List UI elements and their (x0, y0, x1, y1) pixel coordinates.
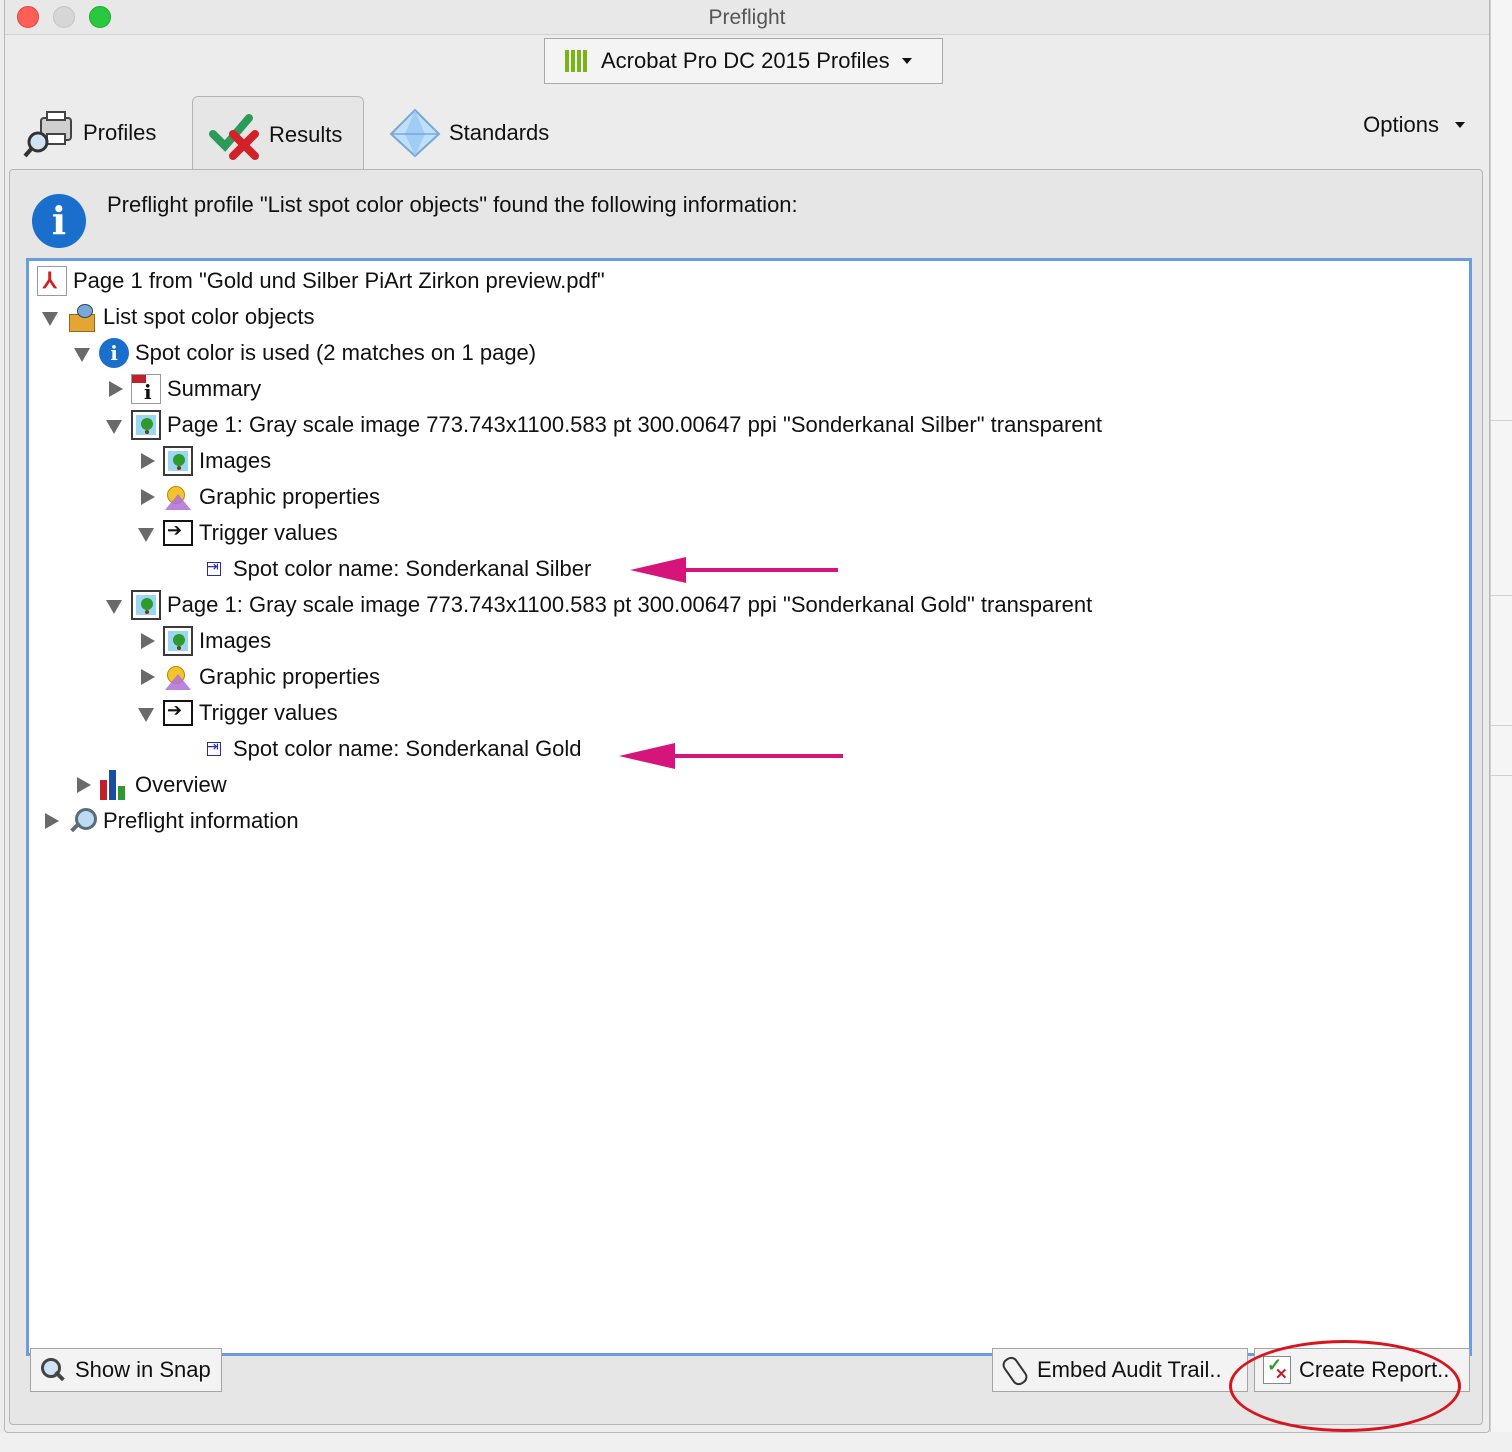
disclosure-triangle-collapsed-icon[interactable] (71, 767, 99, 803)
diamond-icon (389, 108, 443, 158)
tree-row[interactable]: Trigger values (135, 515, 338, 551)
disclosure-triangle-expanded-icon[interactable] (135, 695, 163, 731)
disclosure-triangle-expanded-icon[interactable] (135, 515, 163, 551)
disclosure-triangle-expanded-icon[interactable] (39, 299, 67, 335)
tree-row-label: List spot color objects (103, 304, 315, 329)
image-icon (131, 410, 161, 440)
embed-audit-trail-label: Embed Audit Trail.. (1037, 1357, 1222, 1382)
tree-row-label: Trigger values (199, 520, 338, 545)
tree-row-label: Summary (167, 376, 262, 401)
tree-row[interactable]: Page 1: Gray scale image 773.743x1100.58… (103, 407, 1102, 443)
tree-row[interactable]: Graphic properties (135, 479, 380, 515)
tree-row-label: Graphic properties (199, 484, 380, 509)
tree-row[interactable]: Trigger values (135, 695, 338, 731)
options-menu[interactable]: Options (1363, 112, 1465, 138)
tree-row[interactable]: Page 1 from "Gold und Silber PiArt Zirko… (37, 263, 605, 299)
tree-row[interactable]: Images (135, 623, 271, 659)
tree-row-label: Preflight information (103, 808, 299, 833)
preflight-window: Preflight Acrobat Pro DC 2015 Profiles P… (4, 0, 1490, 1433)
tree-row-label: Images (199, 448, 272, 473)
graphic-properties-icon (163, 662, 193, 692)
tab-standards-label: Standards (449, 120, 550, 145)
disclosure-triangle-collapsed-icon[interactable] (135, 443, 163, 479)
tree-row-label: Spot color name: Sonderkanal Silber (233, 556, 592, 581)
tree-row-label: Page 1 from "Gold und Silber PiArt Zirko… (73, 268, 605, 293)
value-icon (203, 738, 225, 760)
tree-row[interactable]: List spot color objects (39, 299, 315, 335)
disclosure-triangle-collapsed-icon[interactable] (135, 479, 163, 515)
magnifier-icon (39, 1356, 67, 1384)
tree-row[interactable]: Spot color name: Sonderkanal Silber (199, 551, 591, 587)
background-app-strip (1490, 0, 1512, 1452)
results-tree[interactable]: Page 1 from "Gold und Silber PiArt Zirko… (26, 258, 1472, 1356)
annotation-circle-create-report (1229, 1340, 1461, 1432)
info-icon: i (99, 338, 129, 368)
tab-results-label: Results (269, 121, 343, 147)
tree-row-label: Trigger values (199, 700, 338, 725)
embed-audit-trail-button[interactable]: Embed Audit Trail.. (992, 1348, 1248, 1392)
pdf-icon (37, 266, 67, 296)
bar-chart-icon (565, 50, 591, 72)
tree-row[interactable]: Overview (71, 767, 227, 803)
tree-row-label: Overview (135, 772, 227, 797)
options-label: Options (1363, 112, 1439, 137)
value-icon (203, 558, 225, 580)
profile-library-label: Acrobat Pro DC 2015 Profiles (601, 48, 890, 73)
image-icon (163, 626, 193, 656)
trigger-icon (163, 520, 193, 546)
disclosure-triangle-expanded-icon[interactable] (103, 587, 131, 623)
summary-icon (131, 374, 161, 404)
tree-row[interactable]: Page 1: Gray scale image 773.743x1100.58… (103, 587, 1092, 623)
tree-row-label: Images (199, 628, 272, 653)
image-icon (131, 590, 161, 620)
tab-profiles-label: Profiles (83, 120, 157, 145)
check-cross-icon (209, 110, 263, 160)
title-bar: Preflight (5, 0, 1489, 35)
disclosure-triangle-collapsed-icon[interactable] (135, 623, 163, 659)
show-in-snap-button[interactable]: Show in Snap (30, 1348, 222, 1392)
paperclip-icon (1001, 1356, 1029, 1384)
info-icon: i (32, 194, 86, 248)
preflight-magnifier-icon (67, 806, 97, 836)
tree-row[interactable]: Spot color name: Sonderkanal Gold (199, 731, 582, 767)
info-message: Preflight profile "List spot color objec… (107, 192, 798, 217)
show-in-snap-label: Show in Snap (75, 1357, 211, 1382)
annotation-arrow-gold (619, 743, 843, 769)
tree-row-label: Page 1: Gray scale image 773.743x1100.58… (167, 592, 1093, 617)
chevron-down-icon (1455, 122, 1465, 128)
tree-row[interactable]: Graphic properties (135, 659, 380, 695)
tree-row[interactable]: Summary (103, 371, 261, 407)
chevron-down-icon (901, 58, 912, 64)
window-title: Preflight (708, 6, 786, 29)
annotation-arrow-silber (630, 557, 838, 583)
disclosure-triangle-expanded-icon[interactable] (71, 335, 99, 371)
tree-row-label: Page 1: Gray scale image 773.743x1100.58… (167, 412, 1102, 437)
tree-row[interactable]: Preflight information (39, 803, 299, 839)
tree-row[interactable]: i Spot color is used (2 matches on 1 pag… (71, 335, 536, 371)
background-app-bottom (0, 1432, 1512, 1452)
tab-profiles[interactable]: Profiles (23, 96, 156, 170)
tree-row[interactable]: Images (135, 443, 271, 479)
overview-chart-icon (99, 770, 129, 800)
results-panel: i Preflight profile "List spot color obj… (9, 169, 1483, 1425)
profile-library-dropdown[interactable]: Acrobat Pro DC 2015 Profiles (544, 38, 943, 84)
disclosure-triangle-collapsed-icon[interactable] (103, 371, 131, 407)
tree-row-label: Spot color name: Sonderkanal Gold (233, 736, 582, 761)
graphic-properties-icon (163, 482, 193, 512)
tab-results[interactable]: Results (192, 96, 364, 172)
disclosure-triangle-collapsed-icon[interactable] (39, 803, 67, 839)
list-objects-icon (67, 302, 97, 332)
printer-magnifier-icon (23, 108, 77, 158)
disclosure-triangle-collapsed-icon[interactable] (135, 659, 163, 695)
image-icon (163, 446, 193, 476)
tab-standards[interactable]: Standards (389, 96, 549, 170)
trigger-icon (163, 700, 193, 726)
disclosure-triangle-expanded-icon[interactable] (103, 407, 131, 443)
tree-row-label: Spot color is used (2 matches on 1 page) (135, 340, 537, 365)
tree-row-label: Graphic properties (199, 664, 380, 689)
